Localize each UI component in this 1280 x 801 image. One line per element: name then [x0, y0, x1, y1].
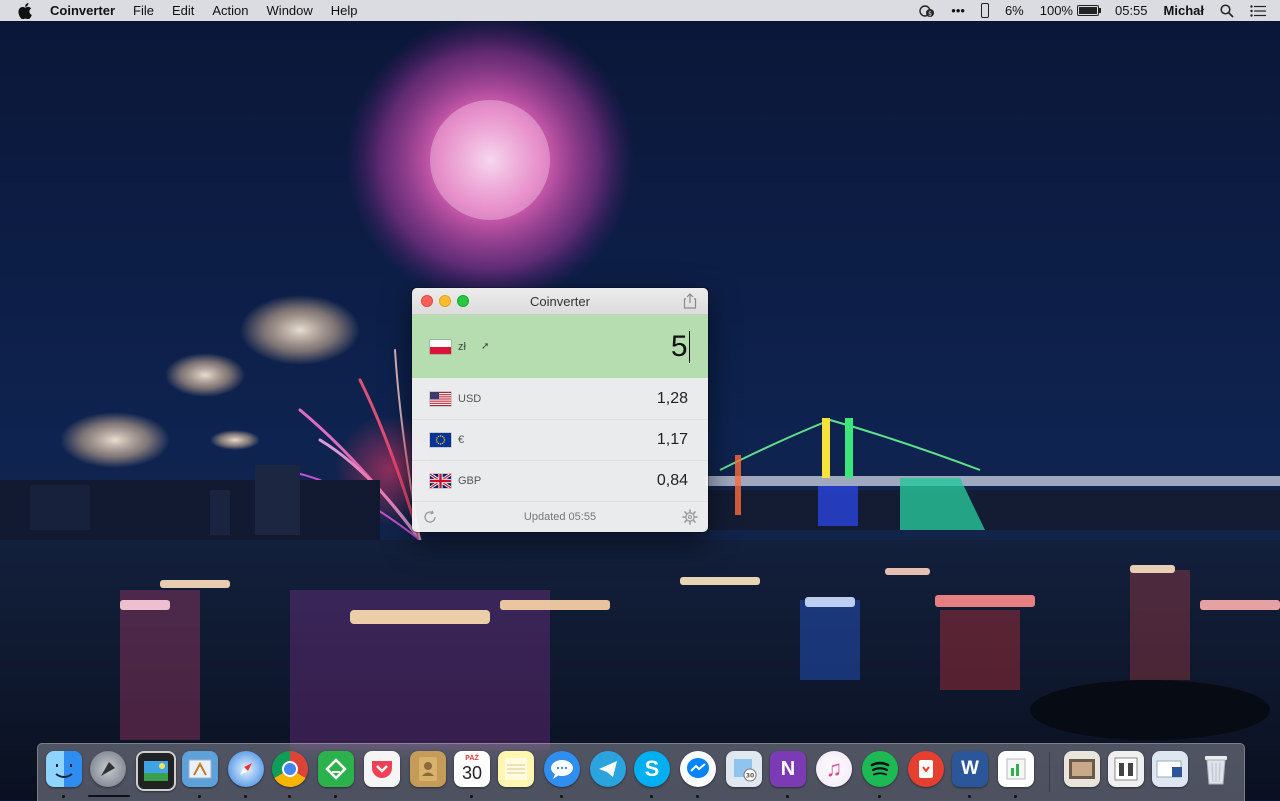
word-icon[interactable]: W — [952, 751, 988, 787]
numbers-running-dot — [1014, 795, 1017, 798]
user-name[interactable]: Michał — [1156, 0, 1212, 21]
coinverter-status-icon[interactable]: $ — [911, 4, 943, 18]
apple-menu-icon[interactable] — [18, 2, 32, 19]
eu-flag-icon — [430, 433, 451, 447]
mail-icon[interactable] — [182, 751, 218, 787]
menu-edit[interactable]: Edit — [163, 0, 203, 21]
svg-text:30: 30 — [746, 773, 754, 780]
downloads-stack-icon[interactable] — [1064, 751, 1100, 787]
calendar-month: PAŹ — [465, 755, 479, 762]
amount-input-value: 5 — [670, 329, 688, 363]
base-currency-row[interactable]: zł ➚ 5 — [412, 315, 708, 378]
messages-icon[interactable] — [544, 751, 580, 787]
close-button[interactable] — [421, 295, 433, 307]
mail-running-dot — [198, 795, 201, 798]
menu-action[interactable]: Action — [203, 0, 257, 21]
spotify-running-dot — [878, 795, 881, 798]
window-footer: Updated 05:55 — [412, 501, 708, 532]
notification-center-icon[interactable] — [1242, 4, 1280, 17]
zoom-button[interactable] — [457, 295, 469, 307]
itunes-icon[interactable]: ♫ — [816, 751, 852, 787]
uk-flag-icon — [430, 474, 451, 488]
usa-flag-icon — [430, 392, 451, 406]
feedly-running-dot — [334, 795, 337, 798]
trash-icon[interactable] — [1198, 751, 1234, 787]
pdf-expert-icon[interactable] — [908, 751, 944, 787]
chrome-icon[interactable] — [272, 751, 308, 787]
numbers-icon[interactable] — [998, 751, 1034, 787]
refresh-icon[interactable] — [422, 509, 438, 525]
conversion-row-gbp[interactable]: GBP 0,84 — [412, 461, 708, 502]
menu-bar: Coinverter File Edit Action Window Help … — [0, 0, 1280, 21]
more-dots-icon[interactable]: ••• — [943, 0, 973, 21]
calendar-icon[interactable]: PAŹ 30 — [454, 751, 490, 787]
dock-separator — [1049, 752, 1050, 792]
messenger-running-dot — [696, 795, 699, 798]
documents-stack-icon[interactable] — [1152, 751, 1188, 787]
skype-running-dot — [650, 795, 653, 798]
spotify-icon[interactable] — [862, 751, 898, 787]
clock[interactable]: 05:55 — [1107, 0, 1156, 21]
currency-label-gbp[interactable]: GBP — [458, 475, 481, 487]
converted-value-gbp[interactable]: 0,84 — [657, 472, 688, 490]
finder-icon[interactable] — [46, 751, 82, 787]
screenshots-stack-icon[interactable] — [1108, 751, 1144, 787]
menu-file[interactable]: File — [124, 0, 163, 21]
battery-status[interactable]: 100% — [1032, 0, 1107, 21]
battery-icon — [1076, 5, 1101, 16]
window-title: Coinverter — [530, 293, 590, 309]
launchpad-indicator — [88, 795, 130, 797]
amount-input[interactable]: 5 — [671, 330, 690, 364]
launchpad-icon[interactable] — [90, 751, 126, 787]
conversion-row-usd[interactable]: USD 1,28 — [412, 379, 708, 420]
dock: PAŹ 30 S 30 N ♫ W — [37, 743, 1245, 801]
contacts-icon[interactable] — [410, 751, 446, 787]
telegram-icon[interactable] — [590, 751, 626, 787]
messenger-icon[interactable] — [680, 751, 716, 787]
minimize-button[interactable] — [439, 295, 451, 307]
spotlight-search-icon[interactable] — [1212, 3, 1242, 18]
poland-flag-icon — [430, 339, 451, 354]
image-capture-icon[interactable] — [136, 751, 176, 791]
currency-label-eur[interactable]: € — [458, 434, 464, 446]
calendar-day: 30 — [461, 763, 483, 783]
svg-text:$: $ — [928, 10, 932, 17]
menu-window[interactable]: Window — [258, 0, 322, 21]
currency-label-usd[interactable]: USD — [458, 393, 481, 405]
base-currency-label[interactable]: zł — [458, 341, 466, 353]
chrome-running-dot — [288, 795, 291, 798]
battery-percent: 100% — [1039, 3, 1073, 18]
notes-icon[interactable] — [498, 751, 534, 787]
converted-value-eur[interactable]: 1,17 — [657, 431, 688, 449]
feedly-icon[interactable] — [318, 751, 354, 787]
conversion-row-eur[interactable]: € 1,17 — [412, 420, 708, 461]
title-bar[interactable]: Coinverter — [412, 288, 708, 315]
calendar-running-dot — [470, 795, 473, 798]
safari-icon[interactable] — [228, 751, 264, 787]
menu-help[interactable]: Help — [322, 0, 367, 21]
pin-arrow-icon: ➚ — [481, 341, 490, 352]
messages-running-dot — [560, 795, 563, 798]
onenote-running-dot — [786, 795, 789, 798]
menu-app-name[interactable]: Coinverter — [44, 0, 124, 21]
preview-icon[interactable]: 30 — [726, 751, 762, 787]
skype-icon[interactable]: S — [634, 751, 670, 787]
word-running-dot — [968, 795, 971, 798]
coinverter-window: Coinverter zł ➚ 5 USD 1,28 € 1,17 GBP 0,… — [412, 288, 708, 532]
pocket-icon[interactable] — [364, 751, 400, 787]
converted-value-usd[interactable]: 1,28 — [657, 390, 688, 408]
phone-battery-percent: 6% — [1004, 3, 1024, 18]
text-caret — [688, 330, 690, 363]
updated-timestamp: Updated 05:55 — [523, 510, 597, 523]
gear-icon[interactable] — [682, 509, 698, 525]
onenote-icon[interactable]: N — [770, 751, 806, 787]
phone-battery-icon[interactable] — [973, 3, 997, 18]
safari-running-dot — [244, 795, 247, 798]
finder-running-dot — [62, 795, 65, 798]
share-icon[interactable] — [681, 292, 699, 310]
